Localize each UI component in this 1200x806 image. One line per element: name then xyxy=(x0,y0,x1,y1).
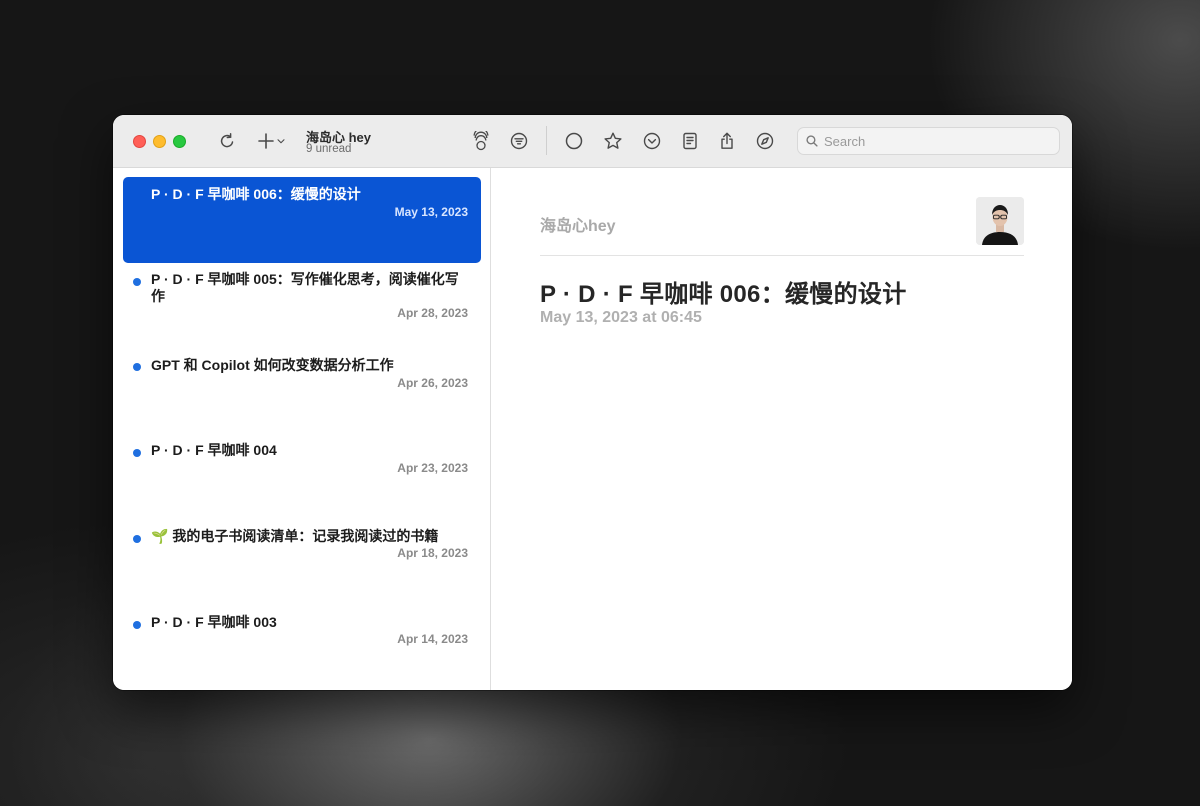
article-author: 海岛心hey xyxy=(540,218,616,235)
article-title: P · D · F 早咖啡 003 xyxy=(151,614,277,630)
chevron-circle-down-icon[interactable] xyxy=(640,129,664,153)
article-date: Apr 26, 2023 xyxy=(397,376,468,390)
article-title: P · D · F 早咖啡 005：写作催化思考，阅读催化写作 xyxy=(151,271,459,304)
star-icon[interactable] xyxy=(601,129,625,153)
filter-icon[interactable] xyxy=(507,129,531,153)
article-reader: 海岛心hey P · D · F 早咖啡 006：缓慢的设计 May 13, 2… xyxy=(492,168,1072,690)
unread-dot xyxy=(133,278,141,286)
unread-count: 9 unread xyxy=(306,143,352,155)
article-date: Apr 28, 2023 xyxy=(397,306,468,320)
article-item[interactable]: GPT 和 Copilot 如何改变数据分析工作 Apr 26, 2023 xyxy=(123,349,481,435)
minimize-window-button[interactable] xyxy=(153,135,166,148)
close-window-button[interactable] xyxy=(133,135,146,148)
app-window: 海岛心 hey 9 unread Search P · D · F 早咖啡 00… xyxy=(113,115,1072,690)
refresh-icon[interactable] xyxy=(215,129,239,153)
magnifier-icon xyxy=(805,134,819,148)
search-input[interactable] xyxy=(824,133,1049,150)
article-item[interactable]: P · D · F 早咖啡 006：缓慢的设计 May 13, 2023 xyxy=(123,177,481,263)
article-item[interactable]: 🌱 我的电子书阅读清单：记录我阅读过的书籍 Apr 18, 2023 xyxy=(123,520,481,606)
article-item[interactable]: P · D · F 早咖啡 005：写作催化思考，阅读催化写作 Apr 28, … xyxy=(123,263,481,349)
article-title: P · D · F 早咖啡 004 xyxy=(151,442,277,458)
reader-view-icon[interactable] xyxy=(469,129,493,153)
article-heading: P · D · F 早咖啡 006：缓慢的设计 xyxy=(540,281,907,308)
article-title: 🌱 我的电子书阅读清单：记录我阅读过的书籍 xyxy=(151,528,439,544)
toolbar-divider xyxy=(546,126,547,155)
unread-dot xyxy=(133,535,141,543)
toolbar: 海岛心 hey 9 unread xyxy=(113,115,1072,168)
search-field[interactable] xyxy=(797,127,1060,155)
compass-icon[interactable] xyxy=(753,129,777,153)
header-divider xyxy=(540,255,1024,256)
article-date: Apr 23, 2023 xyxy=(397,461,468,475)
share-icon[interactable] xyxy=(715,129,739,153)
circle-icon[interactable] xyxy=(562,129,586,153)
article-datetime: May 13, 2023 at 06:45 xyxy=(540,309,702,326)
chevron-down-icon[interactable] xyxy=(274,129,288,153)
zoom-window-button[interactable] xyxy=(173,135,186,148)
avatar xyxy=(976,197,1024,245)
article-item[interactable]: P · D · F 早咖啡 003 Apr 14, 2023 xyxy=(123,605,481,690)
unread-dot xyxy=(133,449,141,457)
article-title: GPT 和 Copilot 如何改变数据分析工作 xyxy=(151,357,394,373)
article-title: P · D · F 早咖啡 006：缓慢的设计 xyxy=(151,186,361,202)
article-date: Apr 14, 2023 xyxy=(397,632,468,646)
unread-dot xyxy=(133,363,141,371)
unread-dot xyxy=(133,621,141,629)
article-item[interactable]: P · D · F 早咖啡 004 Apr 23, 2023 xyxy=(123,434,481,520)
article-list: P · D · F 早咖啡 006：缓慢的设计 May 13, 2023 P ·… xyxy=(113,168,491,690)
document-icon[interactable] xyxy=(678,129,702,153)
article-date: Apr 18, 2023 xyxy=(397,546,468,560)
article-date: May 13, 2023 xyxy=(394,205,468,219)
